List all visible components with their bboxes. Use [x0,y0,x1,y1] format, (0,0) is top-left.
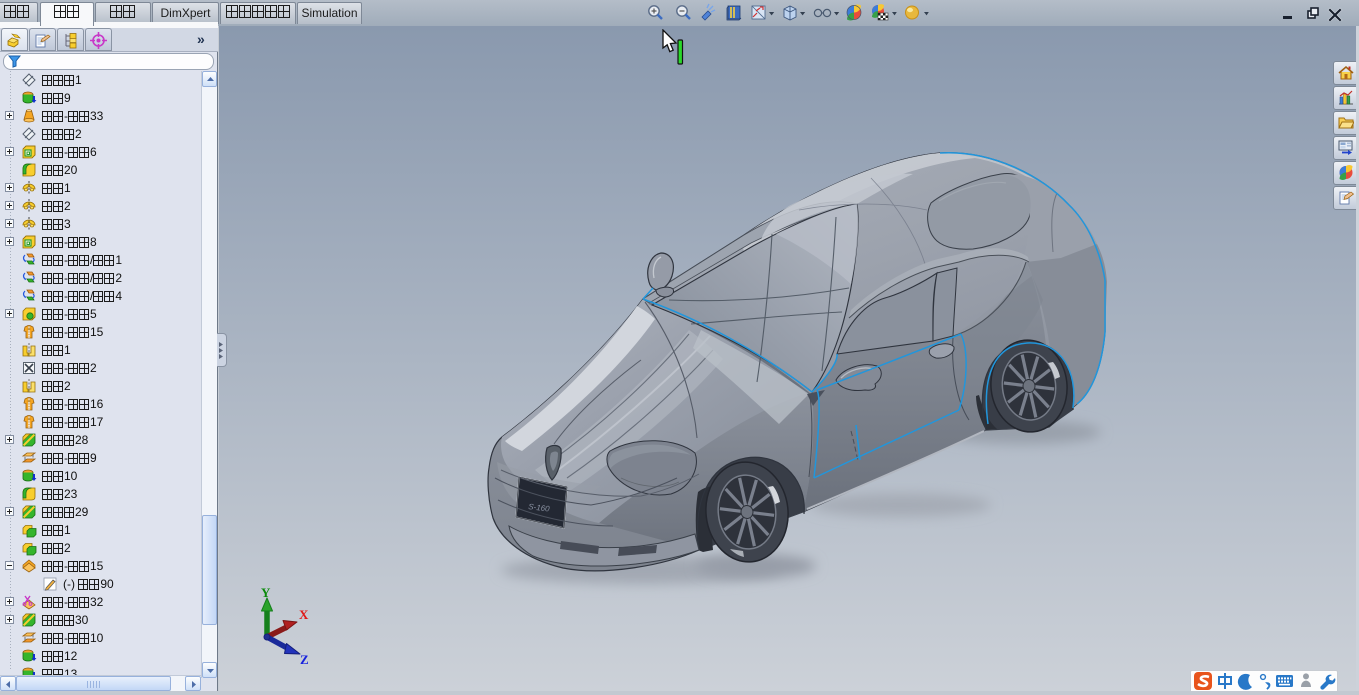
svg-text:Y: Y [261,586,271,600]
svg-text:Z: Z [300,652,309,666]
svg-text:X: X [299,607,309,622]
